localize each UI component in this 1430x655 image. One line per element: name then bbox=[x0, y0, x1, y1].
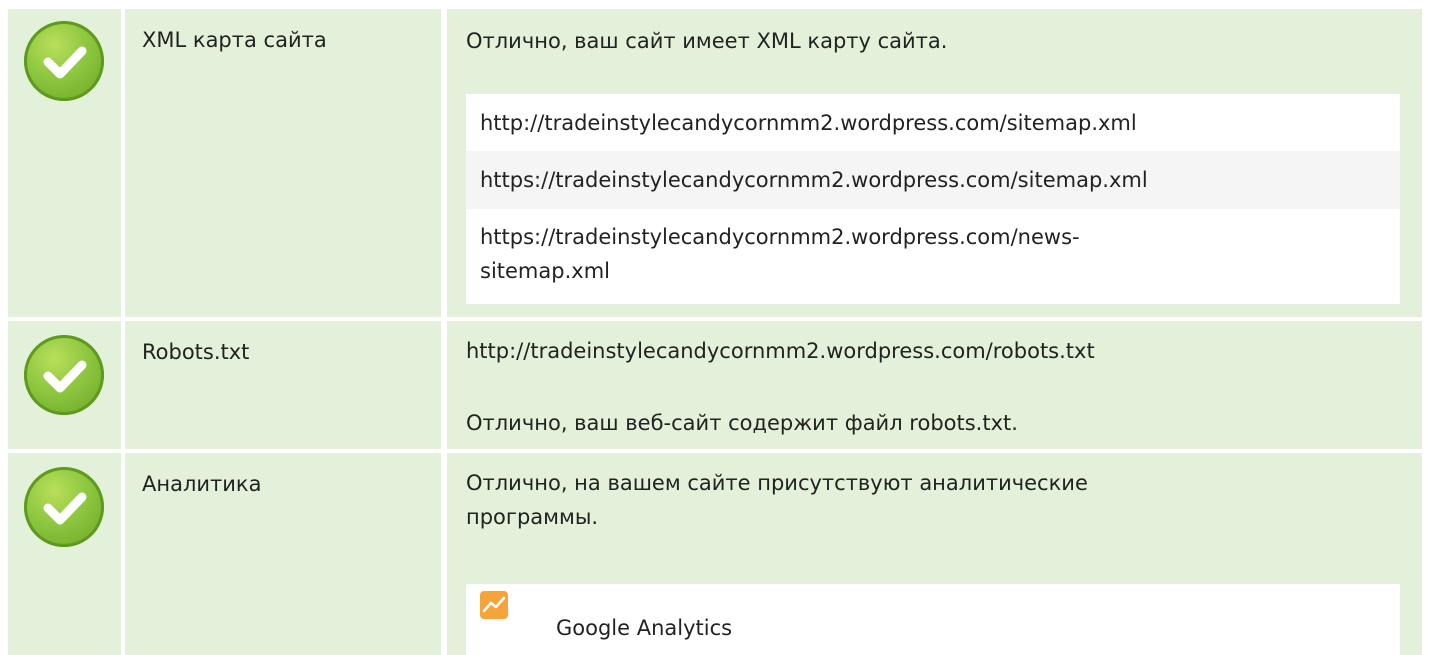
check-result-cell: Отлично, ваш сайт имеет XML карту сайта.… bbox=[447, 9, 1422, 317]
robots-link[interactable]: http://tradeinstylecandycornmm2.wordpres… bbox=[466, 334, 1402, 368]
result-message: Отлично, ваш сайт имеет XML карту сайта. bbox=[466, 29, 948, 53]
check-result-cell: http://tradeinstylecandycornmm2.wordpres… bbox=[447, 321, 1422, 449]
google-analytics-icon bbox=[480, 591, 508, 619]
check-name-cell: Robots.txt bbox=[125, 321, 441, 449]
status-cell bbox=[8, 9, 121, 317]
check-name-cell: Аналитика bbox=[125, 453, 441, 655]
analytics-tool-item: Google Analytics bbox=[466, 584, 1400, 655]
check-name: Robots.txt bbox=[142, 340, 250, 364]
status-cell bbox=[8, 453, 121, 655]
status-cell bbox=[8, 321, 121, 449]
check-icon bbox=[24, 21, 104, 101]
check-name: Аналитика bbox=[142, 472, 262, 496]
sitemap-link[interactable]: http://tradeinstylecandycornmm2.wordpres… bbox=[480, 106, 1386, 140]
sitemap-list: http://tradeinstylecandycornmm2.wordpres… bbox=[466, 94, 1400, 304]
row-robots: Robots.txt http://tradeinstylecandycornm… bbox=[0, 321, 1430, 449]
check-name-cell: XML карта сайта bbox=[125, 9, 441, 317]
sitemap-link[interactable]: https://tradeinstylecandycornmm2.wordpre… bbox=[480, 163, 1386, 197]
result-message: Отлично, на вашем сайте присутствуют ана… bbox=[466, 471, 1088, 529]
check-icon bbox=[24, 467, 104, 547]
check-icon bbox=[24, 335, 104, 415]
analytics-tool-label: Google Analytics bbox=[556, 616, 733, 640]
check-result-cell: Отлично, на вашем сайте присутствуют ана… bbox=[447, 453, 1422, 655]
row-xml-sitemap: XML карта сайта Отлично, ваш сайт имеет … bbox=[0, 9, 1430, 317]
result-message: Отлично, ваш веб-сайт содержит файл robo… bbox=[466, 411, 1018, 435]
row-analytics: Аналитика Отлично, на вашем сайте присут… bbox=[0, 453, 1430, 655]
check-name: XML карта сайта bbox=[142, 28, 327, 52]
sitemap-link[interactable]: https://tradeinstylecandycornmm2.wordpre… bbox=[480, 220, 1160, 288]
